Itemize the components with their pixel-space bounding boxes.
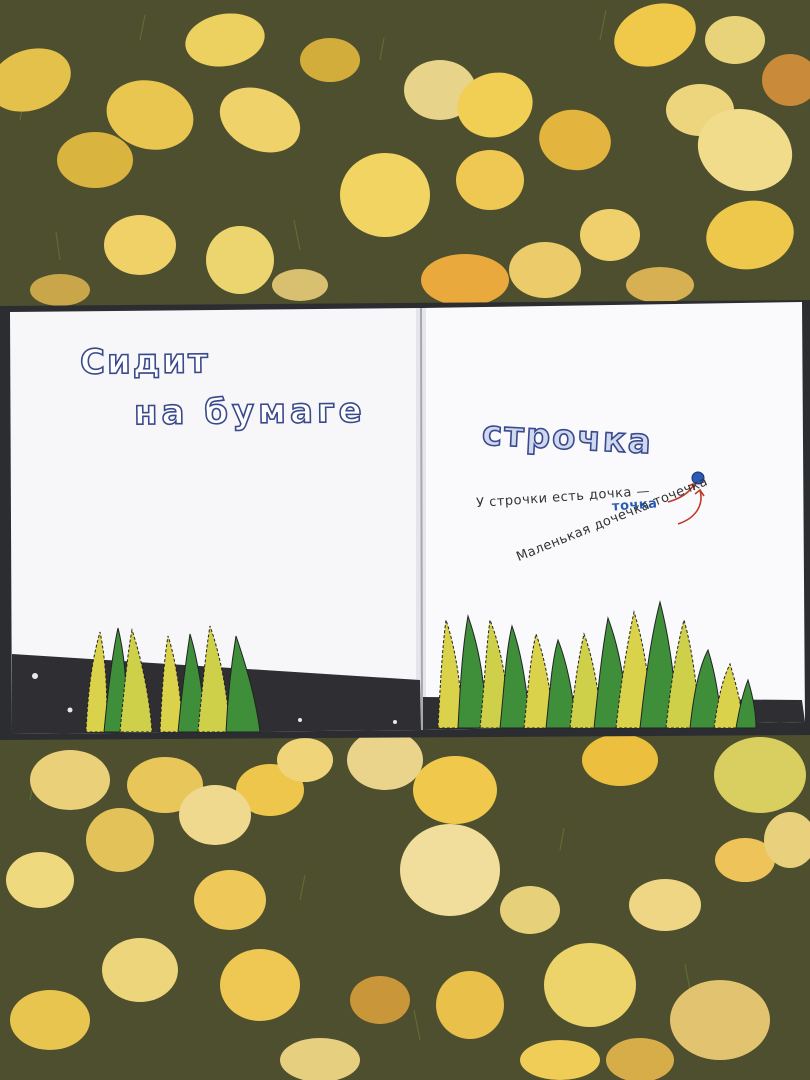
left-title-line-1: Сидит: [79, 341, 211, 384]
photo-scene: [0, 0, 810, 1080]
left-title-line-2: на бумаге: [133, 390, 367, 434]
